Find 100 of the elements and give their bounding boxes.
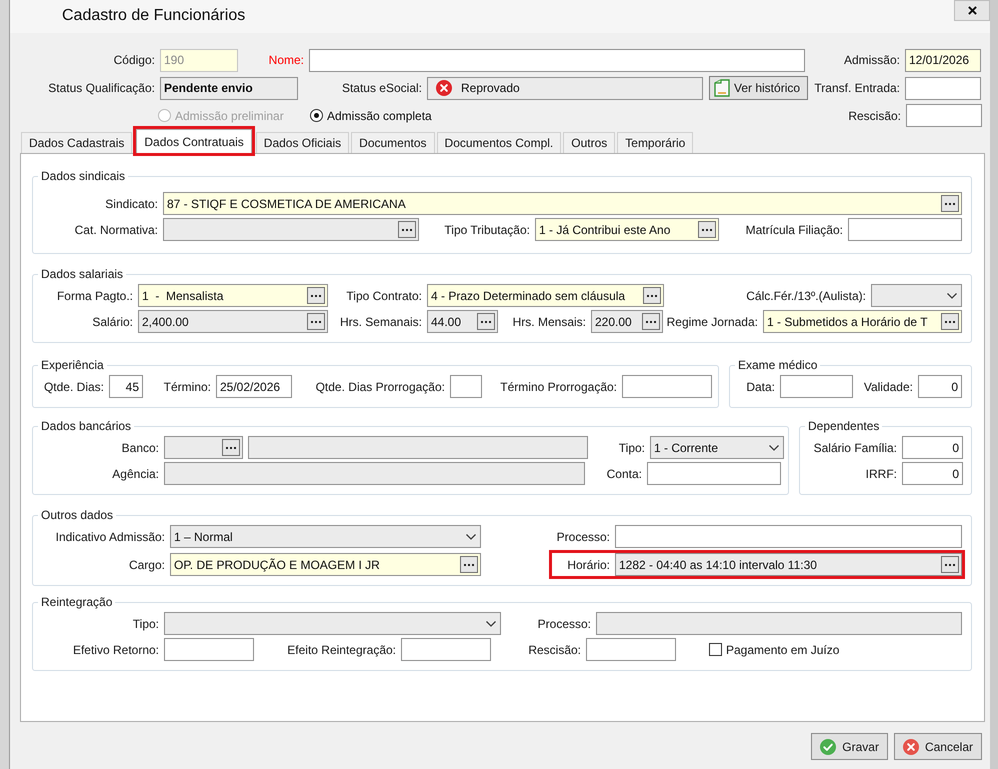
field-label: Data: — [746, 378, 775, 396]
text-field[interactable] — [164, 462, 585, 485]
chevron-down-icon — [769, 444, 779, 450]
text-field[interactable] — [622, 375, 712, 398]
field-label: Término: — [164, 378, 211, 396]
dropdown-field[interactable] — [164, 612, 501, 635]
dropdown-field[interactable] — [871, 284, 962, 307]
text-field[interactable] — [450, 375, 482, 398]
field-label: Cálc.Fér./13º.(Aulista): — [746, 288, 866, 304]
text-field[interactable] — [615, 525, 962, 548]
field-label: Tipo Tributação: — [444, 222, 530, 238]
text-field[interactable]: Pendente envio — [160, 76, 298, 100]
text-field[interactable] — [647, 462, 781, 485]
field-label: Qtde. Dias: — [44, 378, 104, 396]
history-button[interactable]: Ver histórico — [709, 76, 808, 100]
field-label: Conta: — [606, 466, 642, 482]
group-title: Dados salariais — [40, 267, 124, 281]
field-label: Hrs. Mensais: — [512, 314, 586, 330]
lookup-field[interactable]: 87 - STIQF E COSMETICA DE AMERICANA — [163, 192, 962, 215]
lookup-field[interactable]: 1 - Já Contribui este Ano — [535, 218, 719, 241]
field-label: Horário: — [567, 556, 610, 574]
lookup-field[interactable]: 2,400.00 — [138, 310, 328, 333]
field-label: Status Qualificação: — [48, 80, 155, 97]
text-field[interactable] — [248, 436, 588, 459]
field-label: Término Prorrogação: — [500, 378, 617, 396]
field-label: Rescisão: — [848, 108, 901, 124]
check-circle-icon — [820, 738, 836, 754]
text-field[interactable]: 25/02/2026 — [216, 375, 292, 398]
chevron-down-icon — [947, 292, 957, 298]
text-field[interactable] — [586, 638, 676, 661]
group-title: Dados sindicais — [40, 169, 126, 183]
tab[interactable]: Dados Cadastrais — [21, 132, 132, 153]
text-field[interactable]: 45 — [109, 375, 143, 398]
field-label: Cargo: — [128, 556, 165, 574]
field-label: Status eSocial: — [342, 80, 422, 97]
field-label: Hrs. Semanais: — [340, 314, 422, 330]
lookup-button[interactable] — [307, 313, 325, 330]
tab[interactable]: Temporário — [617, 132, 694, 153]
field-label: Forma Pagto.: — [56, 288, 133, 304]
text-field[interactable]: 12/01/2026 — [905, 48, 981, 72]
lookup-button[interactable] — [307, 287, 325, 304]
field-label: Validade: — [864, 378, 913, 396]
lookup-button[interactable] — [477, 313, 495, 330]
dropdown-field[interactable]: 1 - Corrente — [650, 436, 784, 459]
text-field[interactable]: 0 — [902, 462, 963, 485]
lookup-button[interactable] — [941, 556, 959, 573]
tab[interactable]: Dados Contratuais — [136, 129, 252, 153]
field-label: Salário: — [92, 314, 133, 330]
field-label: IRRF: — [866, 466, 897, 482]
text-field[interactable] — [848, 218, 962, 241]
lookup-field[interactable]: 4 - Prazo Determinado sem cláusula — [427, 284, 664, 307]
lookup-field[interactable] — [164, 436, 243, 459]
radio-label[interactable]: Admissão completa — [327, 106, 432, 124]
document-icon — [714, 79, 730, 97]
status-field[interactable]: Reprovado — [427, 76, 703, 100]
lookup-field[interactable]: 1 - Mensalista — [138, 284, 328, 307]
lookup-field[interactable] — [163, 218, 419, 241]
text-field[interactable]: 0 — [902, 436, 963, 459]
field-label: Rescisão: — [528, 642, 581, 658]
field-label: Tipo: — [132, 616, 159, 632]
text-field[interactable]: 0 — [918, 375, 962, 398]
text-field[interactable] — [309, 48, 805, 72]
lookup-button[interactable] — [642, 313, 660, 330]
checkbox[interactable] — [709, 643, 722, 656]
lookup-button[interactable] — [222, 439, 240, 456]
lookup-field[interactable]: 1282 - 04:40 as 14:10 intervalo 11:30 — [615, 553, 962, 576]
dropdown-field[interactable]: 1 – Normal — [170, 525, 481, 548]
lookup-button[interactable] — [460, 556, 478, 573]
text-field[interactable] — [164, 638, 254, 661]
lookup-button[interactable] — [643, 287, 661, 304]
lookup-button[interactable] — [941, 195, 959, 212]
cancel-button[interactable]: Cancelar — [894, 733, 982, 760]
field-label: Regime Jornada: — [666, 314, 758, 330]
lookup-button[interactable] — [698, 221, 716, 238]
group-title: Exame médico — [737, 358, 818, 372]
text-field[interactable] — [905, 76, 981, 100]
lookup-button[interactable] — [941, 313, 959, 330]
close-button[interactable] — [954, 0, 990, 21]
lookup-field[interactable]: OP. DE PRODUÇÃO E MOAGEM I JR — [170, 553, 481, 576]
tab[interactable]: Documentos — [351, 132, 435, 153]
tab[interactable]: Dados Oficiais — [256, 132, 350, 153]
lookup-field[interactable]: 44.00 — [427, 310, 498, 333]
radio-button[interactable] — [310, 109, 323, 122]
chevron-down-icon — [486, 620, 496, 626]
x-circle-icon — [902, 738, 919, 754]
field-label: Tipo Contrato: — [346, 288, 422, 304]
text-field[interactable] — [596, 612, 962, 635]
tab[interactable]: Outros — [563, 132, 616, 153]
save-button[interactable]: Gravar — [811, 733, 888, 760]
field-label: Tipo: — [618, 440, 645, 456]
text-field[interactable] — [401, 638, 491, 661]
lookup-field[interactable]: 1 - Submetidos a Horário de T — [763, 310, 962, 333]
lookup-button[interactable] — [398, 221, 416, 238]
group-title: Dados bancários — [40, 419, 132, 433]
tab[interactable]: Documentos Compl. — [436, 132, 562, 153]
window-title: Cadastro de Funcionários — [62, 6, 246, 26]
checkbox-label[interactable]: Pagamento em Juízo — [726, 640, 840, 658]
text-field[interactable] — [906, 104, 982, 127]
lookup-field[interactable]: 220.00 — [591, 310, 663, 333]
text-field[interactable] — [780, 375, 853, 398]
